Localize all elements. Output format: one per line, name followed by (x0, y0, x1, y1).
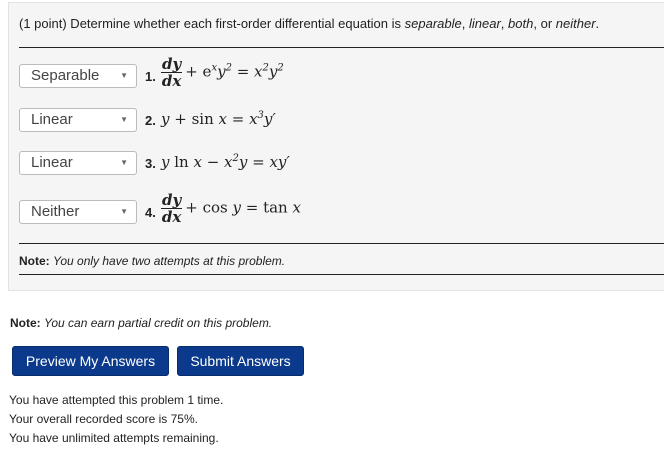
answer-select-3[interactable]: Linear ▼ (19, 151, 137, 175)
intro-both: both (508, 16, 534, 31)
note-label: Note: (19, 254, 50, 268)
intro-comma: , (500, 16, 505, 31)
denominator: dx (161, 72, 182, 90)
eq-function: cos (202, 198, 228, 217)
eq-term: + (185, 198, 203, 217)
recorded-score-text: Your overall recorded score is 75%. (9, 412, 198, 426)
partial-credit-note: Note: You can earn partial credit on thi… (10, 316, 272, 330)
equation-1: dy dx + exy2 = x2y2 (161, 56, 284, 89)
dropdown-arrow-icon: ▼ (120, 71, 128, 80)
eq-term: y = xy′ (238, 153, 290, 171)
remaining-attempts-text: You have unlimited attempts remaining. (9, 431, 219, 445)
derivative-fraction: dy dx (161, 55, 183, 90)
note-text: You only have two attempts at this probl… (53, 254, 286, 268)
equation-2: y + sin x = x3y′ (161, 110, 276, 128)
eq-function: tan (263, 198, 288, 217)
eq-term: + e (185, 62, 212, 81)
eq-term: y + (161, 110, 192, 128)
answer-select-1[interactable]: Separable ▼ (19, 64, 137, 88)
attempt-count-text: You have attempted this problem 1 time. (9, 393, 224, 407)
intro-or: , or (533, 16, 553, 31)
eq-exponent: 2 (277, 62, 284, 74)
submit-answers-button[interactable]: Submit Answers (177, 346, 304, 376)
equation-3: y ln x − x2y = xy′ (161, 153, 290, 171)
note-text: You can earn partial credit on this prob… (44, 316, 273, 330)
intro-text: (1 point) Determine whether each first-o… (19, 16, 402, 31)
select-value: Linear (31, 111, 73, 128)
equation-4: dy dx + cos y = tan x (161, 192, 301, 225)
dropdown-arrow-icon: ▼ (120, 115, 128, 124)
eq-term: x (287, 198, 301, 217)
answer-select-4[interactable]: Neither ▼ (19, 200, 137, 224)
intro-separable: separable (404, 16, 462, 31)
question-number: 1. (145, 69, 156, 84)
question-number: 4. (145, 205, 156, 220)
dropdown-arrow-icon: ▼ (120, 207, 128, 216)
answer-select-2[interactable]: Linear ▼ (19, 108, 137, 132)
eq-function: sin (191, 110, 214, 128)
note-label: Note: (10, 316, 41, 330)
preview-answers-button[interactable]: Preview My Answers (12, 346, 169, 376)
derivative-fraction: dy dx (161, 191, 183, 226)
eq-function: ln (174, 153, 189, 171)
select-value: Neither (31, 203, 80, 220)
dropdown-arrow-icon: ▼ (120, 158, 128, 167)
select-value: Linear (31, 154, 73, 171)
eq-term: x − x (188, 153, 233, 171)
eq-term: y′ (263, 110, 276, 128)
attempts-note: Note: You only have two attempts at this… (19, 254, 285, 268)
eq-term: y (217, 62, 226, 81)
question-number: 2. (145, 113, 156, 128)
divider (19, 47, 664, 48)
question-number: 3. (145, 156, 156, 171)
numerator: dy (161, 191, 183, 209)
divider (19, 243, 664, 244)
denominator: dx (161, 208, 182, 226)
numerator: dy (161, 55, 183, 73)
eq-term: y (161, 153, 175, 171)
eq-term: x = x (213, 110, 258, 128)
eq-term: = x (231, 62, 263, 81)
intro-neither: neither (555, 16, 596, 31)
problem-box: (1 point) Determine whether each first-o… (8, 2, 664, 291)
problem-statement: (1 point) Determine whether each first-o… (19, 16, 599, 31)
select-value: Separable (31, 67, 100, 84)
intro-period: . (595, 16, 600, 31)
intro-linear: linear (469, 16, 501, 31)
eq-term: y = (227, 198, 264, 217)
intro-comma: , (461, 16, 466, 31)
divider (19, 274, 664, 275)
